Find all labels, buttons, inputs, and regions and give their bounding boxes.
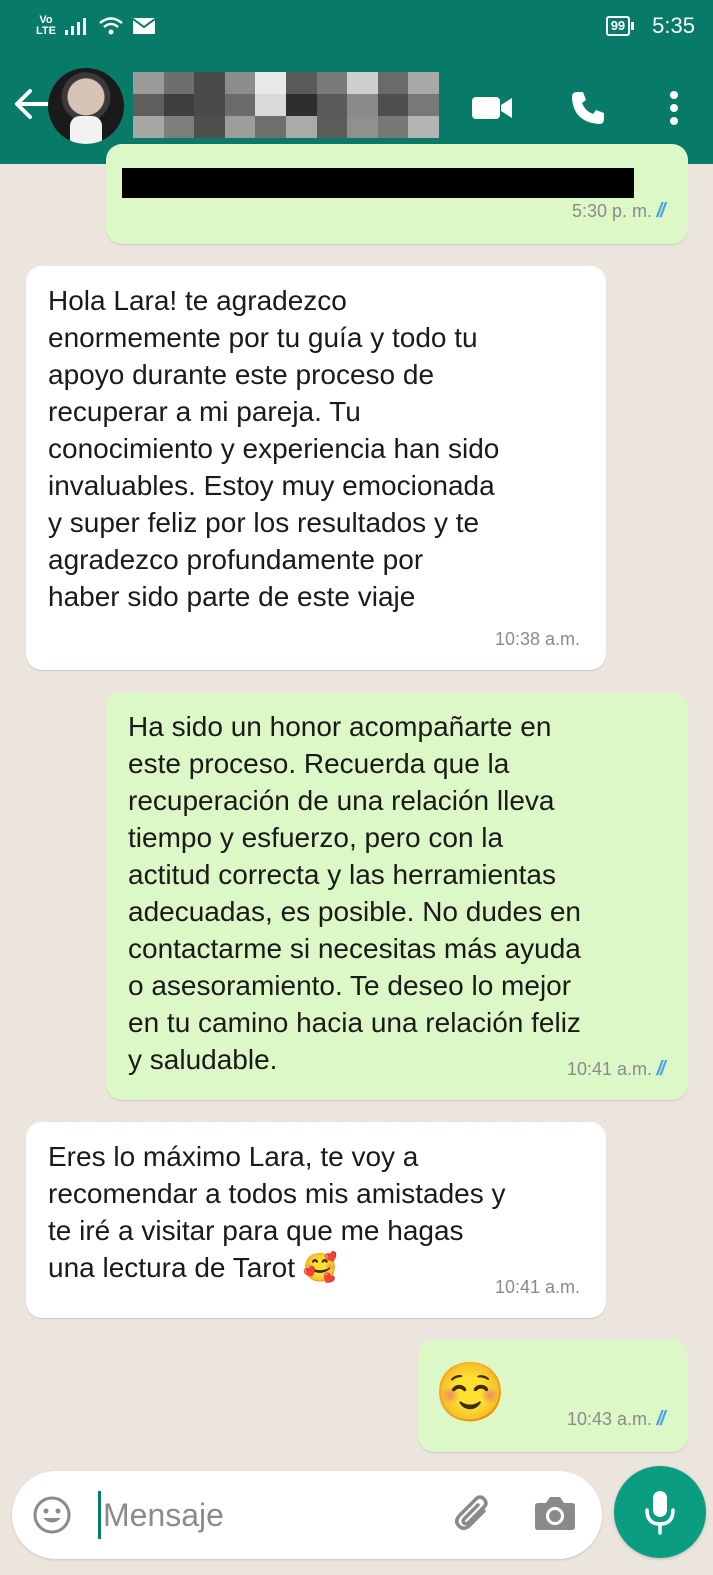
message-bubble-outgoing[interactable]: ☺️ 10:43 a.m. // <box>418 1340 688 1452</box>
signal-icon <box>64 18 86 35</box>
volte-indicator: Vo LTE <box>36 15 56 37</box>
message-meta: 5:30 p. m. // <box>571 193 669 230</box>
message-time: 10:38 a.m. <box>494 629 580 649</box>
clock: 5:35 <box>652 13 695 38</box>
voice-message-button[interactable] <box>614 1466 706 1558</box>
message-time: 10:41 a.m. <box>566 1059 652 1079</box>
message-time: 10:41 a.m. <box>494 1277 580 1297</box>
wifi-icon <box>99 17 123 35</box>
camera-button[interactable] <box>532 1493 580 1537</box>
message-meta: 10:41 a.m. // <box>566 1051 669 1088</box>
status-right: 99 5:35 <box>605 13 695 39</box>
message-time: 5:30 p. m. <box>571 201 652 221</box>
video-call-button[interactable] <box>470 86 514 130</box>
attach-button[interactable] <box>450 1491 498 1539</box>
message-bubble-incoming[interactable]: Hola Lara! te agradezco enormemente por … <box>26 266 606 670</box>
message-time: 10:43 a.m. <box>566 1409 652 1429</box>
phone-icon <box>572 92 604 124</box>
message-meta: 10:38 a.m. <box>495 621 580 658</box>
status-bar: Vo LTE 99 5:35 <box>0 0 713 52</box>
message-composer <box>12 1471 602 1559</box>
microphone-icon <box>645 1491 675 1535</box>
chat-area[interactable]: 5:30 p. m. // Hola Lara! te agradezco en… <box>0 144 713 1464</box>
message-text: Hola Lara! te agradezco enormemente por … <box>48 285 500 612</box>
more-vertical-icon <box>670 91 678 125</box>
status-left: Vo LTE <box>36 15 156 37</box>
message-meta: 10:41 a.m. <box>495 1269 580 1306</box>
emoji-button[interactable] <box>30 1493 74 1537</box>
avatar[interactable] <box>48 68 124 144</box>
paperclip-icon <box>455 1495 488 1530</box>
message-bubble-incoming[interactable]: Eres lo máximo Lara, te voy a recomendar… <box>26 1122 606 1318</box>
voice-call-button[interactable] <box>566 86 610 130</box>
mail-icon <box>132 18 156 34</box>
volte-bottom: LTE <box>36 25 56 37</box>
message-bubble-outgoing[interactable]: Ha sido un honor acompañarte en este pro… <box>106 692 688 1100</box>
camera-icon <box>535 1497 575 1530</box>
redacted-content <box>122 168 634 198</box>
smiley-icon <box>33 1496 71 1534</box>
video-camera-icon <box>472 97 512 119</box>
message-text: Ha sido un honor acompañarte en este pro… <box>128 711 581 1075</box>
more-options-button[interactable] <box>652 86 696 130</box>
message-bubble-outgoing[interactable]: 5:30 p. m. // <box>106 144 688 244</box>
battery-icon: 99 <box>605 16 635 36</box>
contact-name-blurred[interactable] <box>133 72 439 138</box>
message-meta: 10:43 a.m. // <box>566 1401 669 1438</box>
message-text: Eres lo máximo Lara, te voy a recomendar… <box>48 1141 506 1283</box>
message-input[interactable] <box>98 1491 428 1539</box>
